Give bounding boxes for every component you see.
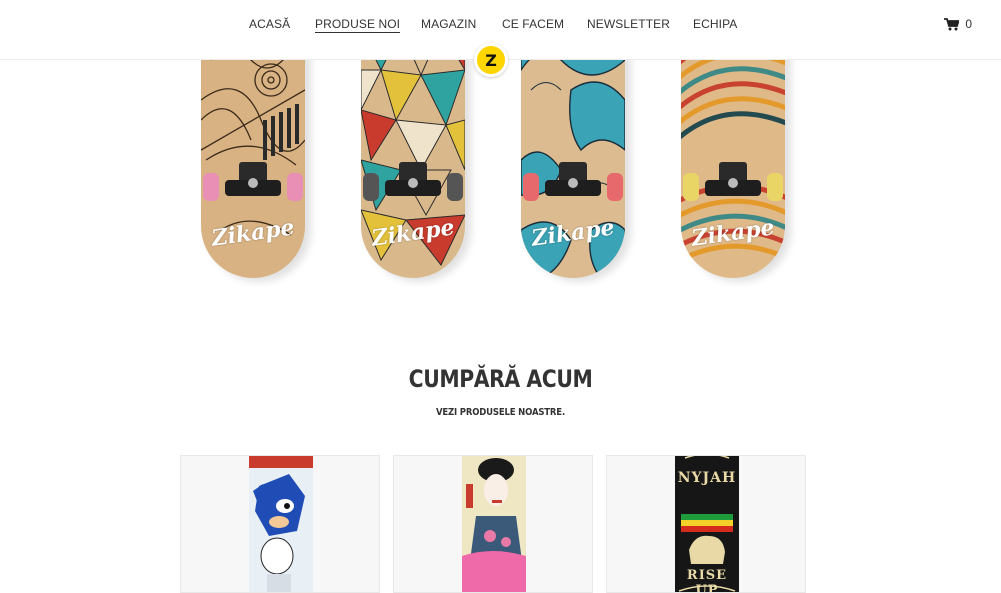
- logo-letter: Z: [485, 50, 497, 70]
- product-card-nyjah[interactable]: NYJAH RISE UP: [606, 455, 806, 593]
- geisha-deck-graphic: [462, 456, 526, 592]
- truck-kingpin: [248, 178, 258, 188]
- deck-text-bottom: RISE UP: [686, 568, 728, 593]
- truck-kingpin: [408, 178, 418, 188]
- truck-kingpin: [568, 178, 578, 188]
- main-nav: ACASĂ PRODUSE NOI MAGAZIN CE FACEM NEWSL…: [0, 17, 1001, 33]
- hero-skateboard-3[interactable]: Zikape: [521, 30, 625, 280]
- site-logo[interactable]: Z: [474, 43, 508, 77]
- nav-item-ce-facem[interactable]: CE FACEM: [502, 17, 564, 31]
- nav-item-newsletter[interactable]: NEWSLETTER: [587, 17, 670, 31]
- wheel: [287, 173, 303, 201]
- hero-skateboard-4[interactable]: Zikape: [681, 30, 785, 280]
- nav-item-produse-noi[interactable]: PRODUSE NOI: [315, 17, 401, 33]
- shopping-cart-icon: [944, 17, 960, 30]
- cart-button[interactable]: 0: [944, 16, 972, 32]
- wheel: [767, 173, 783, 201]
- nav-item-magazin[interactable]: MAGAZIN: [421, 17, 476, 31]
- product-image: NYJAH RISE UP: [675, 456, 739, 593]
- cart-count: 0: [965, 17, 972, 31]
- truck-kingpin: [728, 178, 738, 188]
- hero-skateboard-1[interactable]: Zikape: [201, 30, 305, 280]
- nav-item-echipa[interactable]: ECHIPA: [693, 17, 737, 31]
- hero-banner: Zikape Zikape Zikape Zikape: [0, 30, 1001, 300]
- product-card-geisha[interactable]: [393, 455, 593, 593]
- product-image: [249, 456, 313, 592]
- wheel: [447, 173, 463, 201]
- product-card-sonic[interactable]: [180, 455, 380, 593]
- hero-skateboard-2[interactable]: Zikape: [361, 30, 465, 280]
- wheel: [683, 173, 699, 201]
- wheel: [607, 173, 623, 201]
- nav-item-acasa[interactable]: ACASĂ: [249, 17, 290, 31]
- section-subtitle: VEZI PRODUSELE NOASTRE.: [435, 407, 566, 418]
- wheel: [363, 173, 379, 201]
- section-title: CUMPĂRĂ ACUM: [408, 365, 593, 393]
- deck-text-top: NYJAH: [677, 470, 737, 486]
- wheel: [203, 173, 219, 201]
- sonic-deck-graphic: [249, 456, 313, 592]
- product-image: [462, 456, 526, 592]
- wheel: [523, 173, 539, 201]
